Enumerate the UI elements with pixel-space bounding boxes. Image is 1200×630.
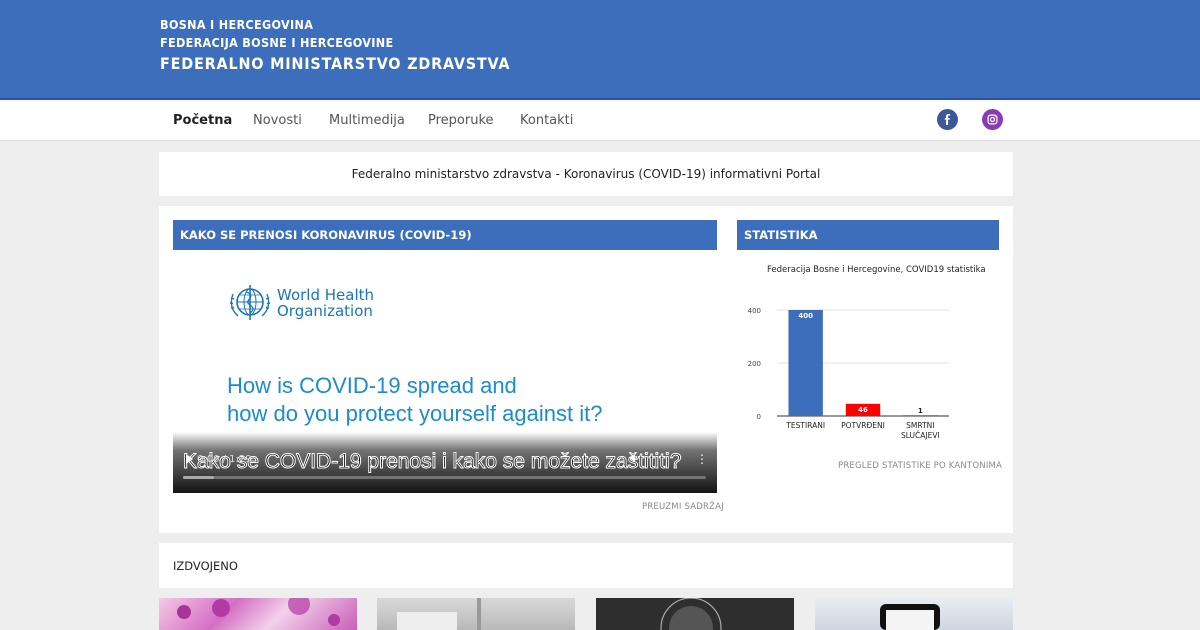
chart-ytick-label: 200: [748, 360, 761, 368]
video-headline-line1: How is COVID-19 spread and: [227, 373, 517, 398]
main-panel: KAKO SE PRENOSI KORONAVIRUS (COVID-19) W…: [159, 206, 1013, 533]
chart-title: Federacija Bosne i Hercegovine, COVID19 …: [767, 265, 986, 275]
download-link[interactable]: PREUZMI SADRŽAJ: [642, 502, 724, 512]
portal-banner: Federalno ministarstvo zdravstva - Koron…: [159, 152, 1013, 196]
site-header: BOSNA I HERCEGOVINA FEDERACIJA BOSNE I H…: [0, 0, 1200, 98]
chart-category-label: POTVRĐENI: [841, 421, 885, 430]
nav-item-preporuke[interactable]: Preporuke: [428, 113, 494, 128]
video-time: 0:00 / 1:29: [197, 454, 252, 465]
header-country: BOSNA I HERCEGOVINA: [160, 17, 314, 32]
chart-bar-2: [903, 415, 938, 416]
video-progress-fill: [183, 476, 215, 479]
featured-thumb-phone[interactable]: [815, 598, 1013, 630]
featured-thumb-hospital[interactable]: [377, 598, 575, 630]
chart-category-label: SMRTNI: [906, 421, 934, 430]
who-org-line1: World Health: [277, 286, 375, 304]
featured-title: IZDVOJENO: [173, 559, 238, 573]
video-headline-line2: how do you protect yourself against it?: [227, 401, 603, 426]
who-org-name: World Health Organization: [277, 287, 374, 319]
stats-bar-chart: 0 200 400 400 TESTIRANI 46 POTVRĐENI 1 SMRTNISLU…: [748, 307, 949, 440]
instagram-icon[interactable]: [982, 109, 1003, 130]
featured-thumb-virus[interactable]: [159, 598, 357, 630]
play-icon[interactable]: [186, 454, 193, 464]
stats-section-title: STATISTIKA: [737, 220, 999, 250]
nav-item-multimedija[interactable]: Multimedija: [329, 113, 405, 128]
chart-value-label: 1: [918, 407, 923, 415]
who-org-line2: Organization: [277, 302, 373, 320]
volume-icon[interactable]: [629, 453, 639, 463]
header-federation: FEDERACIJA BOSNE I HERCEGOVINE: [160, 35, 394, 50]
more-options-icon[interactable]: ⋮: [696, 452, 708, 466]
chart-ytick-label: 400: [748, 307, 761, 315]
main-navbar: Početna Novosti Multimedija Preporuke Ko…: [0, 98, 1200, 141]
chart-category-label: SLUČAJEVI: [901, 431, 940, 440]
nav-item-novosti[interactable]: Novosti: [253, 113, 302, 128]
chart-value-label: 400: [798, 312, 813, 320]
video-controls: Kako se COVID-19 prenosi i kako se možet…: [173, 432, 717, 493]
video-caption: Kako se COVID-19 prenosi i kako se možet…: [182, 450, 682, 474]
chart-value-label: 46: [858, 406, 868, 414]
chart-category-label: TESTIRANI: [785, 421, 825, 430]
video-section-title: KAKO SE PRENOSI KORONAVIRUS (COVID-19): [173, 220, 717, 250]
video-player[interactable]: World Health Organization How is COVID-1…: [173, 250, 717, 493]
chart-ytick-label: 0: [757, 413, 761, 421]
facebook-icon[interactable]: [937, 109, 958, 130]
nav-item-pocetna[interactable]: Početna: [173, 113, 232, 128]
banner-text: Federalno ministarstvo zdravstva - Koron…: [351, 167, 821, 181]
chart-bar-0: [788, 310, 823, 416]
video-progress-bar[interactable]: [183, 476, 706, 479]
featured-section: IZDVOJENO: [159, 543, 1013, 588]
video-headline: How is COVID-19 spread and how do you pr…: [227, 372, 602, 428]
nav-item-kontakti[interactable]: Kontakti: [520, 113, 573, 128]
header-ministry[interactable]: FEDERALNO MINISTARSTVO ZDRAVSTVA: [160, 54, 510, 73]
canton-stats-link[interactable]: PREGLED STATISTIKE PO KANTONIMA: [838, 461, 1002, 471]
featured-thumb-microscope[interactable]: [596, 598, 794, 630]
who-logo-icon: [229, 285, 271, 320]
